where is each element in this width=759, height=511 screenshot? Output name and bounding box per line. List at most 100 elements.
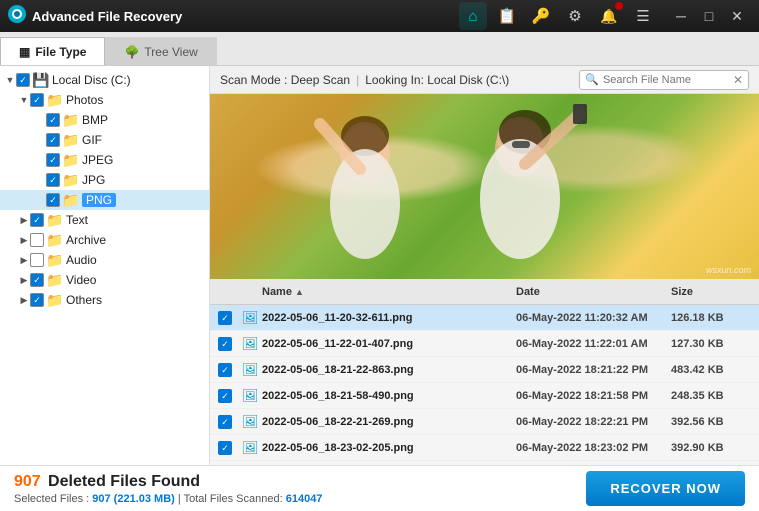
status-left: 907 Deleted Files Found Selected Files :…: [14, 473, 586, 505]
header-name-col[interactable]: Name ▲: [262, 286, 516, 298]
search-clear-icon[interactable]: ✕: [733, 73, 743, 87]
checkbox-1[interactable]: [218, 311, 232, 325]
search-icon: 🔍: [585, 73, 599, 86]
gear-icon[interactable]: ⚙: [561, 2, 589, 30]
folder-icon-png: 📁: [63, 192, 79, 208]
app-logo: [8, 5, 26, 28]
table-row[interactable]: 🖼 2022-05-06_18-22-21-269.png 06-May-202…: [210, 409, 759, 435]
filelist-body: 🖼 2022-05-06_11-20-32-611.png 06-May-202…: [210, 305, 759, 465]
row-size-1: 126.18 KB: [671, 312, 751, 324]
check-bmp[interactable]: [46, 113, 60, 127]
row-file-icon-2: 🖼: [242, 336, 262, 352]
label-archive: Archive: [66, 233, 106, 247]
row-check-4[interactable]: [218, 388, 242, 404]
row-file-icon-1: 🖼: [242, 310, 262, 326]
check-gif[interactable]: [46, 133, 60, 147]
sidebar-item-bmp[interactable]: 📁 BMP: [0, 110, 209, 130]
row-filename-2: 2022-05-06_11-22-01-407.png: [262, 338, 516, 350]
drive-icon: 💾: [33, 72, 49, 88]
close-button[interactable]: ✕: [723, 5, 751, 27]
sidebar-item-jpg[interactable]: 📁 JPG: [0, 170, 209, 190]
header-date-col[interactable]: Date: [516, 286, 671, 298]
row-check-2[interactable]: [218, 336, 242, 352]
table-row[interactable]: 🖼 2022-05-06_18-23-02-205.png 06-May-202…: [210, 435, 759, 461]
app-title: Advanced File Recovery: [32, 9, 459, 24]
scanbar-sep: |: [356, 73, 359, 87]
filelist-header: Name ▲ Date Size: [210, 279, 759, 305]
row-date-2: 06-May-2022 11:22:01 AM: [516, 338, 671, 350]
minimize-button[interactable]: ─: [667, 5, 695, 27]
expand-arrow-jpeg: [34, 154, 46, 166]
header-size-col[interactable]: Size: [671, 286, 751, 298]
row-check-5[interactable]: [218, 414, 242, 430]
col-name-label: Name: [262, 286, 292, 298]
check-audio[interactable]: [30, 253, 44, 267]
check-local-disc[interactable]: [16, 73, 30, 87]
expand-arrow-text: ▶: [18, 214, 30, 226]
label-png: PNG: [82, 193, 116, 207]
bookmark-icon[interactable]: 📋: [493, 2, 521, 30]
col-date-label: Date: [516, 286, 540, 298]
total-scanned-label: | Total Files Scanned:: [178, 493, 283, 505]
check-png[interactable]: [46, 193, 60, 207]
checkbox-4[interactable]: [218, 389, 232, 403]
home-icon[interactable]: ⌂: [459, 2, 487, 30]
label-video: Video: [66, 273, 96, 287]
check-text[interactable]: [30, 213, 44, 227]
checkbox-6[interactable]: [218, 441, 232, 455]
tab-tree-view[interactable]: 🌳 Tree View: [105, 37, 216, 65]
row-check-1[interactable]: [218, 310, 242, 326]
deleted-files-line: 907 Deleted Files Found: [14, 473, 586, 491]
preview-image: wsxun.com: [210, 94, 759, 279]
expand-arrow-bmp: [34, 114, 46, 126]
table-row[interactable]: 🖼 2022-05-06_11-20-32-611.png 06-May-202…: [210, 305, 759, 331]
label-jpeg: JPEG: [82, 153, 113, 167]
scan-mode-text: Scan Mode : Deep Scan: [220, 73, 350, 87]
expand-arrow-photos: ▼: [18, 94, 30, 106]
check-archive[interactable]: [30, 233, 44, 247]
table-row[interactable]: 🖼 2022-05-06_18-21-22-863.png 06-May-202…: [210, 357, 759, 383]
folder-icon-audio: 📁: [47, 252, 63, 268]
sidebar-item-audio[interactable]: ▶ 📁 Audio: [0, 250, 209, 270]
preview-photo: wsxun.com: [210, 94, 759, 279]
check-jpeg[interactable]: [46, 153, 60, 167]
sidebar-item-png[interactable]: 📁 PNG: [0, 190, 209, 210]
check-jpg[interactable]: [46, 173, 60, 187]
searchbox: 🔍 ✕: [579, 70, 749, 90]
sidebar-item-archive[interactable]: ▶ 📁 Archive: [0, 230, 209, 250]
check-others[interactable]: [30, 293, 44, 307]
row-check-6[interactable]: [218, 440, 242, 456]
sidebar-item-photos[interactable]: ▼ 📁 Photos: [0, 90, 209, 110]
expand-arrow-others: ▶: [18, 294, 30, 306]
recover-now-button[interactable]: RECOVER NOW: [586, 471, 745, 506]
notification-icon[interactable]: 🔔: [595, 2, 623, 30]
label-others: Others: [66, 293, 102, 307]
menu-icon[interactable]: ☰: [629, 2, 657, 30]
sidebar-item-video[interactable]: ▶ 📁 Video: [0, 270, 209, 290]
label-text: Text: [66, 213, 88, 227]
row-file-icon-5: 🖼: [242, 414, 262, 430]
sidebar-item-text[interactable]: ▶ 📁 Text: [0, 210, 209, 230]
key-icon[interactable]: 🔑: [527, 2, 555, 30]
sidebar-item-gif[interactable]: 📁 GIF: [0, 130, 209, 150]
search-input[interactable]: [603, 74, 733, 86]
png-file-icon: 🖼: [242, 310, 259, 325]
sidebar-item-others[interactable]: ▶ 📁 Others: [0, 290, 209, 310]
tab-file-type-label: File Type: [35, 45, 86, 59]
table-row[interactable]: 🖼 2022-05-06_18-23-22-962.png 06-May-202…: [210, 461, 759, 465]
checkbox-2[interactable]: [218, 337, 232, 351]
row-check-3[interactable]: [218, 362, 242, 378]
maximize-button[interactable]: □: [695, 5, 723, 27]
tab-file-type[interactable]: ▦ File Type: [0, 37, 105, 65]
table-row[interactable]: 🖼 2022-05-06_11-22-01-407.png 06-May-202…: [210, 331, 759, 357]
check-photos[interactable]: [30, 93, 44, 107]
sidebar-item-jpeg[interactable]: 📁 JPEG: [0, 150, 209, 170]
table-row[interactable]: 🖼 2022-05-06_18-21-58-490.png 06-May-202…: [210, 383, 759, 409]
checkbox-5[interactable]: [218, 415, 232, 429]
row-date-5: 06-May-2022 18:22:21 PM: [516, 416, 671, 428]
sidebar-item-local-disc[interactable]: ▼ 💾 Local Disc (C:): [0, 70, 209, 90]
main-area: ▼ 💾 Local Disc (C:) ▼ 📁 Photos 📁 BMP 📁 G…: [0, 66, 759, 465]
check-video[interactable]: [30, 273, 44, 287]
png-file-icon: 🖼: [242, 388, 259, 403]
checkbox-3[interactable]: [218, 363, 232, 377]
